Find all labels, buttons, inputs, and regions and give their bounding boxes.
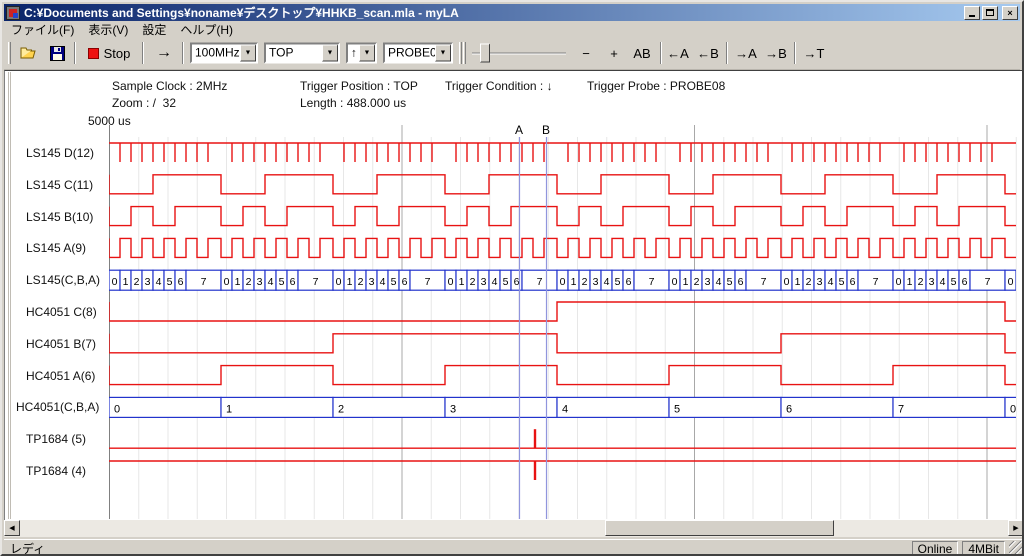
- channel-label-5: HC4051 C(8): [26, 305, 97, 319]
- application-window: C:¥Documents and Settings¥noname¥デスクトップ¥…: [0, 0, 1024, 556]
- resize-grip[interactable]: [1009, 541, 1023, 555]
- info-length: Length : 488.000 us: [300, 96, 406, 110]
- toolbar-separator: [182, 42, 184, 64]
- run-button[interactable]: →: [150, 41, 178, 65]
- floppy-disk-icon: [50, 46, 65, 61]
- goto-cursor-b-right-button[interactable]: →B: [762, 41, 790, 65]
- window-title: C:¥Documents and Settings¥noname¥デスクトップ¥…: [24, 4, 962, 21]
- toolbar-grip: [463, 42, 466, 64]
- chevron-down-icon[interactable]: ▼: [435, 45, 451, 62]
- goto-cursor-b-left-button[interactable]: ←B: [694, 41, 722, 65]
- maximize-button[interactable]: [982, 6, 998, 20]
- close-button[interactable]: ×: [1002, 6, 1018, 20]
- channel-label-3: LS145 A(9): [26, 241, 86, 255]
- trigger-probe-combo[interactable]: PROBE00 ▼: [383, 43, 453, 64]
- scroll-right-button[interactable]: ▶: [1008, 520, 1024, 536]
- trigger-edge-combo[interactable]: ↑ ▼: [346, 43, 377, 64]
- chevron-down-icon[interactable]: ▼: [240, 45, 256, 62]
- zoom-in-button[interactable]: +: [602, 41, 626, 65]
- stop-label: Stop: [104, 46, 131, 61]
- slider-handle[interactable]: [480, 44, 490, 63]
- info-zoom: Zoom : / 32: [112, 96, 176, 110]
- minimize-button[interactable]: [964, 6, 980, 20]
- toolbar-separator: [660, 42, 662, 64]
- app-icon: [6, 6, 20, 20]
- info-trigger-condition: Trigger Condition : ↓: [445, 79, 553, 93]
- info-trigger-position: Trigger Position : TOP: [300, 79, 418, 93]
- zoom-ab-button[interactable]: AB: [628, 41, 656, 65]
- chevron-down-icon[interactable]: ▼: [322, 45, 338, 62]
- channel-label-6: HC4051 B(7): [26, 337, 96, 351]
- zoom-out-button[interactable]: −: [574, 41, 598, 65]
- trigger-position-value: TOP: [269, 46, 293, 60]
- channel-label-9: TP1684 (5): [26, 432, 86, 446]
- trigger-position-combo[interactable]: TOP ▼: [264, 43, 340, 64]
- label-splitter[interactable]: [8, 72, 11, 519]
- toolbar-separator: [726, 42, 728, 64]
- channel-label-8: HC4051(C,B,A): [16, 400, 99, 414]
- chevron-down-icon[interactable]: ▼: [359, 45, 375, 62]
- info-sample-clock: Sample Clock : 2MHz: [112, 79, 227, 93]
- scroll-left-button[interactable]: ◀: [4, 520, 20, 536]
- menu-view[interactable]: 表示(V): [81, 20, 135, 39]
- channel-label-10: TP1684 (4): [26, 464, 86, 478]
- sample-clock-combo[interactable]: 100MHz ▼: [190, 43, 258, 64]
- channel-label-4: LS145(C,B,A): [26, 273, 100, 287]
- status-bar: レディ Online 4MBit: [4, 539, 1024, 556]
- status-message: レディ: [4, 540, 912, 556]
- status-online: Online: [912, 541, 959, 556]
- run-arrow-icon: →: [156, 44, 172, 62]
- zoom-slider[interactable]: [472, 44, 566, 63]
- toolbar-separator: [142, 42, 144, 64]
- stop-icon: [88, 48, 99, 59]
- menu-help[interactable]: ヘルプ(H): [173, 20, 240, 39]
- time-scale-label: 5000 us: [88, 114, 131, 128]
- toolbar-grip: [459, 42, 462, 64]
- open-file-button[interactable]: [16, 41, 42, 65]
- goto-trigger-button[interactable]: →T: [800, 41, 828, 65]
- toolbar-separator: [74, 42, 76, 64]
- menu-bar: ファイル(F) 表示(V) 設定 ヘルプ(H): [4, 21, 1020, 37]
- waveform-panel: [4, 70, 1024, 520]
- stop-button[interactable]: Stop: [82, 41, 136, 65]
- toolbar-separator: [794, 42, 796, 64]
- open-folder-icon: [20, 46, 38, 60]
- title-bar: C:¥Documents and Settings¥noname¥デスクトップ¥…: [4, 4, 1020, 21]
- channel-label-1: LS145 C(11): [26, 178, 93, 192]
- channel-label-2: LS145 B(10): [26, 210, 93, 224]
- info-trigger-probe: Trigger Probe : PROBE08: [587, 79, 725, 93]
- toolbar-grip: [8, 42, 11, 64]
- channel-label-7: HC4051 A(6): [26, 369, 95, 383]
- menu-file[interactable]: ファイル(F): [4, 20, 81, 39]
- menu-settings[interactable]: 設定: [135, 20, 173, 39]
- save-button[interactable]: [44, 41, 70, 65]
- sample-clock-value: 100MHz: [195, 46, 240, 60]
- horizontal-scrollbar[interactable]: ◀ ▶: [4, 520, 1024, 537]
- trigger-edge-value: ↑: [351, 46, 357, 60]
- goto-cursor-a-left-button[interactable]: ←A: [664, 41, 692, 65]
- channel-label-0: LS145 D(12): [26, 146, 94, 160]
- status-memory: 4MBit: [962, 541, 1005, 556]
- scrollbar-thumb[interactable]: [605, 520, 834, 536]
- toolbar: Stop → 100MHz ▼ TOP ▼ ↑ ▼ PROBE00 ▼: [4, 37, 1020, 70]
- goto-cursor-a-right-button[interactable]: →A: [732, 41, 760, 65]
